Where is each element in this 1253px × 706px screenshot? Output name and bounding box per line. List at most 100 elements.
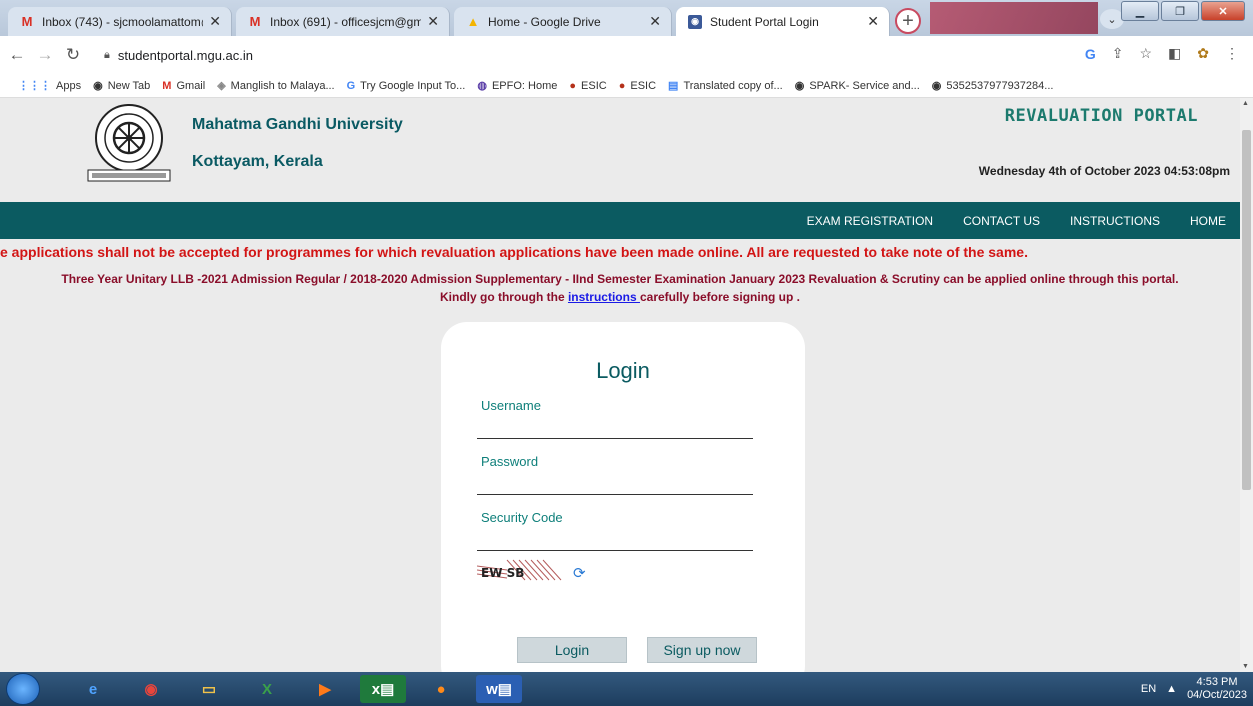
tray-expand-icon[interactable]: ▲: [1166, 683, 1177, 695]
internet-explorer-icon[interactable]: e: [70, 675, 116, 703]
bookmark-label: ESIC: [630, 79, 657, 92]
tab-title: Home - Google Drive: [488, 14, 601, 29]
captcha-image: EW SB: [477, 558, 569, 582]
drive-icon: ▲: [466, 14, 480, 29]
close-tab-icon[interactable]: ✕: [649, 13, 661, 30]
portal-title: REVALUATION PORTAL: [1004, 106, 1198, 126]
username-input[interactable]: [477, 417, 753, 439]
tab-title: Inbox (691) - officesjcm@gmail.c: [270, 14, 422, 29]
bookmark-label: SPARK- Service and...: [809, 79, 920, 92]
site-header: Mahatma Gandhi University Kottayam, Kera…: [0, 98, 1240, 202]
bookmark-number[interactable]: ◉ 5352537977937284...: [931, 79, 1054, 93]
captcha-text: EW SB: [481, 566, 524, 580]
new-tab-button[interactable]: +: [895, 8, 921, 34]
close-tab-icon[interactable]: ✕: [427, 13, 439, 30]
bookmark-label: Manglish to Malaya...: [230, 79, 335, 92]
tab-inbox-2[interactable]: M Inbox (691) - officesjcm@gmail.c ✕: [236, 7, 450, 36]
scrolling-announcement: e applications shall not be accepted for…: [0, 244, 1028, 260]
tab-inbox-1[interactable]: M Inbox (743) - sjcmoolamattom@ ✕: [8, 7, 232, 36]
word-icon[interactable]: w▤: [476, 675, 522, 703]
bookmark-label: ESIC: [581, 79, 607, 92]
url-field[interactable]: 🔒︎ studentportal.mgu.ac.in: [104, 44, 1044, 66]
clock-date: 04/Oct/2023: [1187, 689, 1247, 701]
university-name: Mahatma Gandhi University: [192, 116, 403, 133]
reload-icon[interactable]: ↻: [62, 44, 84, 66]
notice-line-1: Three Year Unitary LLB -2021 Admission R…: [61, 272, 1179, 286]
bookmark-spark[interactable]: ◉ SPARK- Service and...: [794, 79, 920, 93]
bookmark-manglish[interactable]: ◈ Manglish to Malaya...: [217, 79, 335, 93]
forward-arrow-icon[interactable]: →: [34, 44, 56, 66]
close-tab-icon[interactable]: ✕: [867, 13, 879, 30]
minimize-button[interactable]: ▁: [1121, 1, 1159, 21]
google-translate-icon[interactable]: G: [1085, 46, 1096, 62]
epfo-icon: ◍: [477, 80, 487, 92]
nav-instructions[interactable]: INSTRUCTIONS: [1070, 214, 1160, 228]
bookmark-esic-1[interactable]: ● ESIC: [569, 80, 606, 92]
tab-title: Student Portal Login: [710, 14, 819, 29]
file-explorer-icon[interactable]: ▭: [186, 675, 232, 703]
bookmark-new-tab[interactable]: ◉ New Tab: [93, 79, 151, 93]
gmail-icon: M: [162, 79, 172, 92]
refresh-captcha-icon[interactable]: ⟳: [573, 564, 586, 582]
maximize-button[interactable]: ❐: [1161, 1, 1199, 21]
password-input[interactable]: [477, 473, 753, 495]
language-indicator[interactable]: EN: [1141, 683, 1156, 695]
gmail-icon: M: [249, 14, 261, 29]
bookmark-label: Apps: [56, 79, 82, 92]
bookmark-esic-2[interactable]: ● ESIC: [619, 80, 656, 92]
side-panel-icon[interactable]: ◧: [1168, 45, 1181, 62]
close-window-button[interactable]: ✕: [1201, 1, 1245, 21]
back-arrow-icon[interactable]: ←: [6, 44, 28, 66]
firefox-icon[interactable]: ●: [418, 675, 464, 703]
menu-kebab-icon[interactable]: ⋮: [1225, 45, 1239, 62]
apps-grid-icon: ⋮⋮⋮: [18, 80, 51, 92]
system-clock[interactable]: 4:53 PM 04/Oct/2023: [1187, 676, 1247, 702]
portal-icon: ◉: [688, 14, 702, 29]
nav-home[interactable]: HOME: [1190, 214, 1226, 228]
sign-up-button[interactable]: Sign up now: [647, 637, 757, 663]
window-controls: ▁ ❐ ✕: [1121, 1, 1245, 21]
profile-avatar-icon[interactable]: ✿: [1197, 45, 1209, 62]
university-logo: [87, 104, 171, 182]
bookmark-gmail[interactable]: M Gmail: [162, 80, 205, 92]
globe-icon: ◉: [931, 80, 942, 92]
security-code-input[interactable]: [477, 529, 753, 551]
start-button[interactable]: [6, 673, 40, 705]
esic-icon: ●: [618, 79, 626, 92]
bookmark-label: Gmail: [176, 79, 206, 92]
page-scrollbar[interactable]: ▲ ▼: [1240, 98, 1253, 672]
bookmark-apps[interactable]: ⋮⋮⋮ Apps: [18, 79, 82, 93]
bookmark-label: New Tab: [107, 79, 151, 92]
share-icon[interactable]: ⇪: [1112, 45, 1124, 62]
security-code-label: Security Code: [481, 510, 563, 525]
chrome-icon[interactable]: ◉: [128, 675, 174, 703]
address-bar-row: ← → ↻ 🔒︎ studentportal.mgu.ac.in G ⇪ ☆ ◧…: [0, 36, 1253, 74]
bookmark-google-input[interactable]: G Try Google Input To...: [347, 80, 466, 92]
bookmark-star-icon[interactable]: ☆: [1139, 45, 1152, 62]
nav-contact-us[interactable]: CONTACT US: [963, 214, 1040, 228]
excel-2-icon[interactable]: x▤: [360, 675, 406, 703]
globe-icon: ◉: [794, 80, 805, 92]
globe-icon: ◉: [93, 80, 103, 92]
scroll-down-icon[interactable]: ▼: [1242, 663, 1249, 670]
bookmark-label: 5352537977937284...: [946, 79, 1054, 92]
nav-links: EXAM REGISTRATION CONTACT US INSTRUCTION…: [807, 202, 1226, 239]
nav-exam-registration[interactable]: EXAM REGISTRATION: [807, 214, 933, 228]
scroll-up-icon[interactable]: ▲: [1242, 100, 1249, 107]
instructions-link[interactable]: instructions: [568, 290, 640, 304]
clock-time: 4:53 PM: [1196, 676, 1238, 688]
excel-icon[interactable]: X: [244, 675, 290, 703]
bookmark-epfo[interactable]: ◍ EPFO: Home: [477, 79, 557, 93]
scrollbar-thumb[interactable]: [1242, 130, 1251, 490]
esic-icon: ●: [569, 79, 577, 92]
media-player-icon[interactable]: ▶: [302, 675, 348, 703]
web-page: Mahatma Gandhi University Kottayam, Kera…: [0, 98, 1240, 672]
close-tab-icon[interactable]: ✕: [209, 13, 221, 30]
tab-google-drive[interactable]: ▲ Home - Google Drive ✕: [454, 7, 672, 36]
login-button[interactable]: Login: [517, 637, 627, 663]
tab-student-portal[interactable]: ◉ Student Portal Login ✕: [676, 7, 890, 36]
bookmark-label: Try Google Input To...: [360, 79, 466, 92]
bookmark-translated-copy[interactable]: ▤ Translated copy of...: [668, 79, 783, 93]
bookmark-label: Translated copy of...: [683, 79, 783, 92]
password-label: Password: [481, 454, 539, 469]
